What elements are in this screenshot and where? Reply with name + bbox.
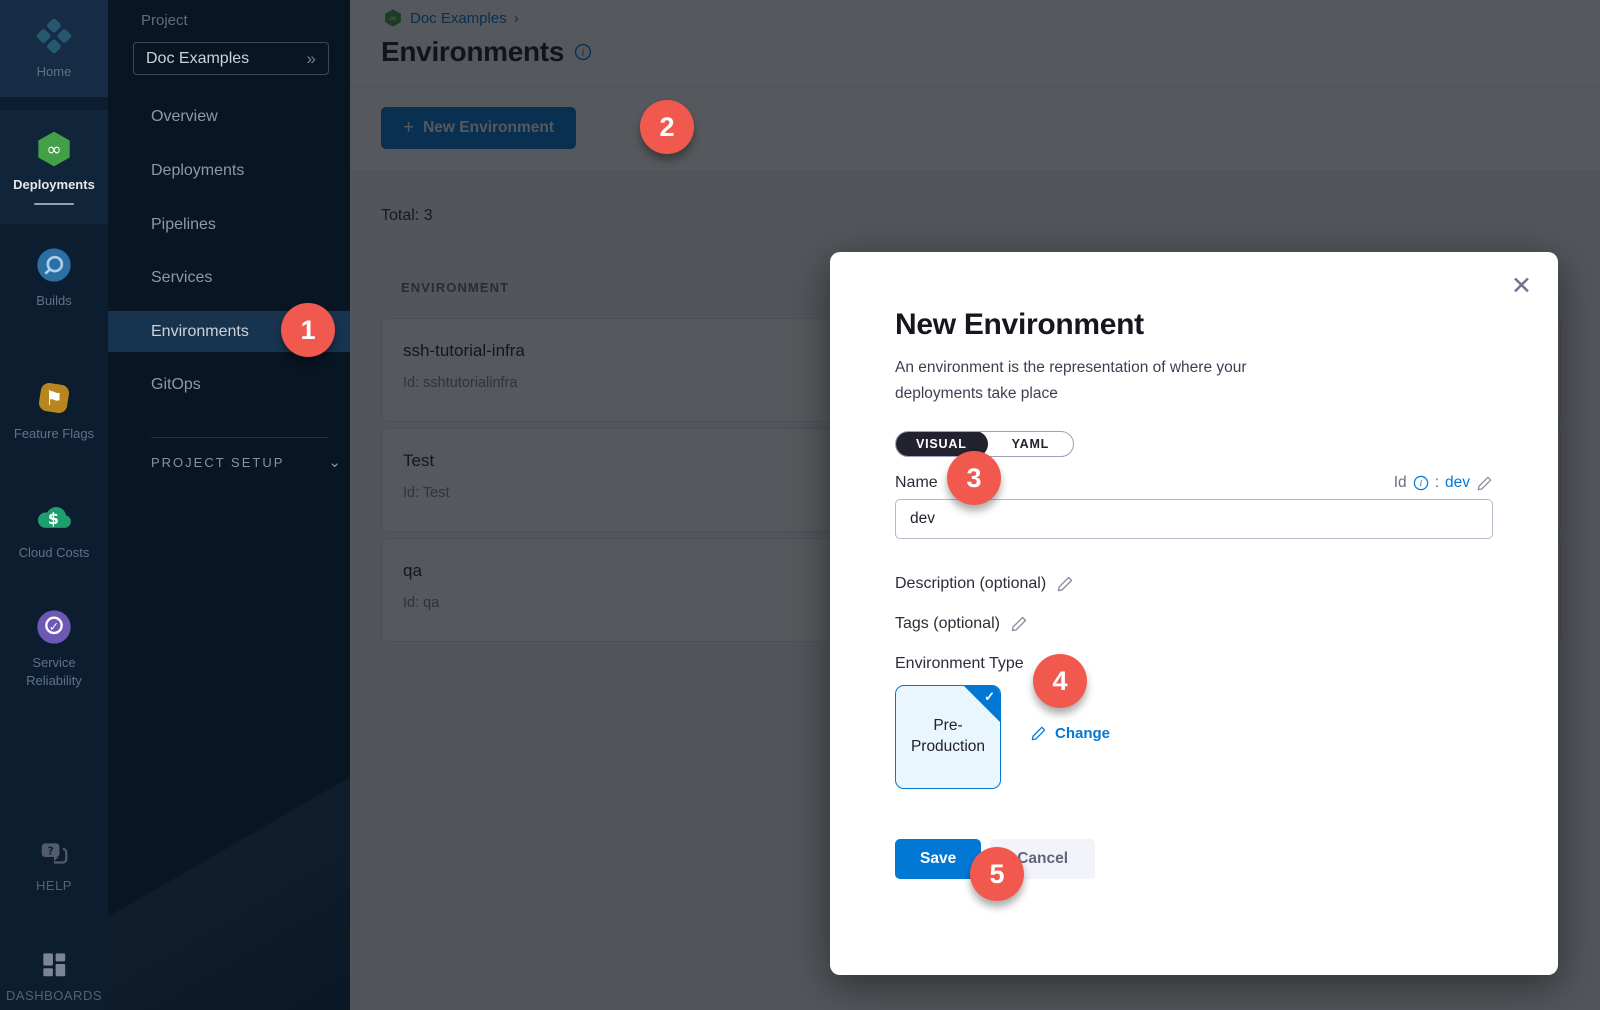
sidebar-item-label: Services (151, 269, 212, 287)
chevron-down-icon: ⌄ (328, 453, 341, 471)
change-environment-type-link[interactable]: Change (1030, 725, 1110, 742)
svg-text:⚑: ⚑ (45, 386, 63, 410)
save-button[interactable]: Save (895, 839, 981, 879)
id-value: dev (1445, 474, 1470, 492)
module-label: HELP (36, 877, 72, 895)
edit-pencil-icon (1030, 725, 1047, 742)
sidebar-module-deployments[interactable]: ∞ Deployments (0, 110, 108, 224)
sidebar-item-label: Overview (151, 108, 218, 126)
sidebar-module-builds[interactable]: Builds (0, 245, 108, 310)
sidebar-module-service-reliability[interactable]: ✓ Service Reliability (0, 607, 108, 689)
sidebar-item-gitops[interactable]: GitOps (108, 365, 350, 405)
module-label: Feature Flags (14, 425, 94, 443)
project-selector-value: Doc Examples (146, 50, 249, 68)
module-label: Home (37, 63, 72, 81)
annotation-badge-5: 5 (970, 847, 1024, 901)
selected-module-underline (34, 203, 74, 205)
sidebar-item-label: Environments (151, 323, 249, 341)
svg-text:∞: ∞ (46, 139, 61, 160)
deployments-icon: ∞ (34, 129, 74, 169)
annotation-badge-3: 3 (947, 451, 1001, 505)
modal-subtitle: An environment is the representation of … (895, 355, 1325, 406)
sidebar-item-label: GitOps (151, 376, 201, 394)
module-label: Builds (36, 292, 71, 310)
name-label: Name (895, 474, 938, 492)
feature-flags-icon: ⚑ (34, 378, 74, 418)
id-colon: : (1435, 474, 1439, 492)
project-setup-label: PROJECT SETUP (151, 455, 284, 470)
module-sidebar: Home ∞ Deployments Builds (0, 0, 108, 1010)
tags-label: Tags (optional) (895, 615, 1000, 633)
sidebar-item-label: Deployments (151, 162, 244, 180)
project-section-label: Project (141, 12, 188, 29)
change-link-label: Change (1055, 725, 1110, 742)
builds-icon (34, 245, 74, 285)
dashboards-icon (38, 948, 70, 980)
description-label: Description (optional) (895, 575, 1046, 593)
sidebar-dashboards[interactable]: DASHBOARDS (0, 948, 108, 1005)
sidebar-item-overview[interactable]: Overview (108, 97, 350, 137)
new-environment-modal: ✕ New Environment An environment is the … (830, 252, 1558, 975)
edit-id-pencil-icon[interactable] (1476, 475, 1493, 492)
info-icon[interactable]: i (1413, 475, 1429, 491)
sidebar-item-pipelines[interactable]: Pipelines (108, 205, 350, 245)
sidebar-item-deployments[interactable]: Deployments (108, 151, 350, 191)
annotation-badge-4: 4 (1033, 654, 1087, 708)
edit-tags-pencil-icon[interactable] (1010, 615, 1028, 633)
project-selector[interactable]: Doc Examples » (133, 42, 329, 75)
close-icon[interactable]: ✕ (1511, 274, 1532, 299)
svg-text:?: ? (48, 846, 54, 857)
annotation-badge-1: 1 (281, 303, 335, 357)
id-row: Id i : dev (1394, 474, 1493, 492)
sidebar-module-feature-flags[interactable]: ⚑ Feature Flags (0, 378, 108, 443)
module-label: Deployments (13, 176, 95, 194)
id-label: Id (1394, 474, 1407, 492)
sidebar-module-home[interactable]: Home (0, 0, 108, 97)
module-label: DASHBOARDS (6, 987, 102, 1005)
project-setup-toggle[interactable]: PROJECT SETUP ⌄ (151, 453, 341, 471)
svg-text:$: $ (48, 509, 59, 528)
modal-title: New Environment (895, 308, 1493, 342)
home-icon (34, 16, 74, 56)
sidebar-item-label: Pipelines (151, 216, 216, 234)
annotation-badge-2: 2 (640, 100, 694, 154)
check-icon: ✓ (984, 689, 995, 705)
sidebar-help[interactable]: ? HELP (0, 840, 108, 895)
sidebar-item-services[interactable]: Services (108, 258, 350, 298)
module-label: Service Reliability (12, 654, 96, 689)
project-sidebar: Project Doc Examples » Overview Deployme… (108, 0, 350, 1010)
svg-text:✓: ✓ (49, 619, 59, 634)
tab-yaml[interactable]: YAML (988, 431, 1073, 457)
double-chevron-icon: » (307, 49, 316, 69)
edit-description-pencil-icon[interactable] (1056, 575, 1074, 593)
environment-type-value: Pre-Production (905, 716, 991, 758)
sidebar-divider (151, 437, 328, 438)
app-window: Home ∞ Deployments Builds (0, 0, 1600, 1010)
svg-text:i: i (1419, 479, 1422, 489)
cloud-costs-icon: $ (34, 497, 74, 537)
service-reliability-icon: ✓ (34, 607, 74, 647)
help-icon: ? (37, 840, 71, 870)
sidebar-module-cloud-costs[interactable]: $ Cloud Costs (0, 497, 108, 562)
environment-type-card-pre-production[interactable]: Pre-Production ✓ (895, 685, 1001, 789)
environment-type-label: Environment Type (895, 655, 1024, 673)
module-label: Cloud Costs (19, 544, 90, 562)
name-input[interactable] (895, 499, 1493, 539)
